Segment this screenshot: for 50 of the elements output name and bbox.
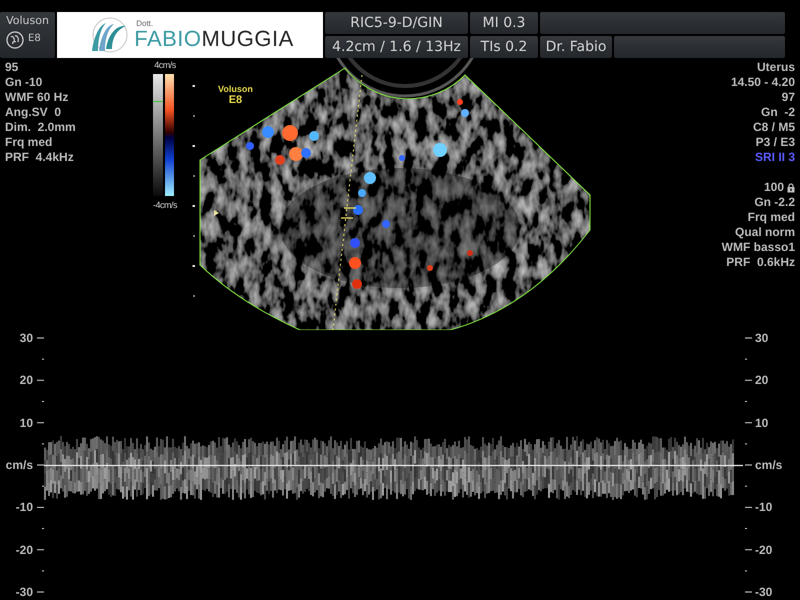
velocity-scale-label: -30 [755,584,772,600]
scan-parameter: Qual norm [734,225,795,240]
pointer-icon [214,210,219,216]
scan-parameter: 14.50 - 4.20 [730,75,795,90]
info-field: RIC5-9-D/GIN [325,12,468,34]
brand-model: Voluson [5,13,50,28]
scan-parameter: Gn -10 [5,75,42,90]
info-field: TIs 0.2 [470,36,538,58]
scan-parameter: SRI II 3 [754,150,795,165]
scale-min-label: -4cm/s [153,200,177,210]
velocity-scale-label: 30 [20,330,33,346]
scan-parameter: P3 / E3 [756,135,795,150]
scan-parameter: Uterus [756,60,795,75]
scan-parameter: Gn -2.2 [754,195,795,210]
info-field: Dr. Fabio [540,36,612,58]
velocity-scale-label: cm/s [755,456,782,473]
velocity-scale-label: cm/s [6,456,33,473]
logo-surname: MUGGIA [202,28,294,50]
scan-parameter: Gn -2 [760,105,795,120]
velocity-scale-label: 30 [755,330,768,346]
velocity-scale-label: -30 [16,584,33,600]
scan-parameter: 95 [5,60,18,75]
scan-parameter: Frq med [748,210,795,225]
info-field: MI 0.3 [470,12,538,34]
scan-parameter: Ang.SV 0 [5,105,62,120]
info-field: 4.2cm / 1.6 / 13Hz [325,36,468,58]
scan-parameter: 100 [764,180,784,195]
velocity-scale-label: -20 [16,542,33,558]
scan-parameter: PRF 4.4kHz [5,150,74,165]
velocity-scale-label: 10 [20,414,33,431]
scan-parameter: C8 / M5 [752,120,795,135]
logo-title: Dott. [135,20,154,28]
velocity-scale-label: 10 [755,414,768,431]
logo-first-name: FABIO [134,28,202,50]
velocity-scale-label: -20 [755,542,772,558]
scan-parameter: Frq med [5,135,52,150]
scale-max-label: 4cm/s [154,60,176,70]
scan-parameter: WMF basso1 [722,240,795,255]
scan-parameter: WMF 60 Hz [5,90,68,105]
velocity-scale-label: -10 [755,499,772,516]
scan-parameter: 97 [782,90,795,105]
velocity-scale-label: 20 [20,372,33,388]
brand-variant: E8 [28,32,42,46]
velocity-scale-label: 20 [755,372,768,388]
device-variant-label: E8 [228,95,242,106]
velocity-scale-label: -10 [16,499,33,516]
device-model-label: Voluson [218,84,253,95]
lock-icon [787,182,795,192]
scan-parameter: PRF 0.6kHz [726,255,795,270]
scan-parameter: Dim. 2.0mm [5,120,76,135]
